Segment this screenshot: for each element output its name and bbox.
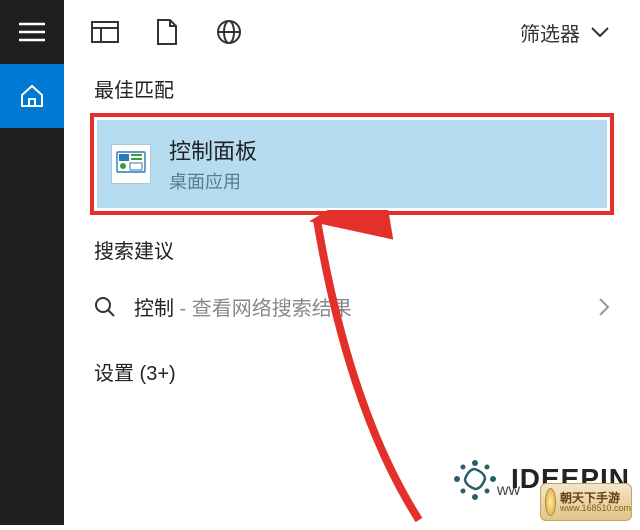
best-match-subtitle: 桌面应用 bbox=[169, 168, 257, 194]
source-badge: 朝天下手游 www.168510.com bbox=[540, 483, 632, 521]
globe-icon bbox=[216, 19, 242, 45]
documents-tab[interactable] bbox=[136, 0, 198, 64]
home-icon bbox=[19, 83, 45, 109]
search-suggestions-heading: 搜索建议 bbox=[64, 225, 640, 274]
best-match-text: 控制面板 桌面应用 bbox=[169, 134, 257, 194]
chevron-down-icon bbox=[590, 26, 610, 38]
watermark-logo-icon bbox=[449, 453, 501, 505]
search-panel: 筛选器 最佳匹配 控制面板 桌面应用 搜索建议 控制 - 查看网络搜索结果 bbox=[64, 0, 640, 525]
home-button[interactable] bbox=[0, 64, 64, 128]
annotation-highlight: 控制面板 桌面应用 bbox=[90, 113, 614, 215]
settings-results-heading: 设置 (3+) bbox=[64, 339, 640, 404]
start-sidebar bbox=[0, 0, 64, 525]
search-icon bbox=[94, 296, 116, 318]
document-icon bbox=[156, 18, 178, 46]
toolbar: 筛选器 bbox=[64, 0, 640, 64]
web-search-suggestion[interactable]: 控制 - 查看网络搜索结果 bbox=[64, 274, 640, 339]
badge-url: www.168510.com bbox=[560, 504, 631, 513]
chevron-right-icon bbox=[598, 297, 610, 317]
best-match-heading: 最佳匹配 bbox=[64, 64, 640, 113]
coin-icon bbox=[545, 488, 556, 516]
hamburger-menu[interactable] bbox=[0, 0, 64, 64]
filter-dropdown[interactable]: 筛选器 bbox=[500, 18, 630, 47]
search-hint: - 查看网络搜索结果 bbox=[174, 298, 352, 320]
apps-tab[interactable] bbox=[74, 0, 136, 64]
watermark-brand: IDEEPIN bbox=[511, 463, 630, 495]
best-match-title: 控制面板 bbox=[169, 134, 257, 166]
web-tab[interactable] bbox=[198, 0, 260, 64]
apps-icon bbox=[91, 21, 119, 43]
filter-label: 筛选器 bbox=[520, 18, 580, 47]
watermark: IDEEPIN bbox=[449, 453, 630, 505]
hamburger-icon bbox=[19, 22, 45, 42]
best-match-result[interactable]: 控制面板 桌面应用 bbox=[97, 120, 607, 208]
search-keyword: 控制 bbox=[134, 298, 174, 320]
control-panel-icon bbox=[111, 144, 151, 184]
badge-title: 朝天下手游 bbox=[560, 492, 631, 504]
watermark-prefix: ww bbox=[497, 482, 520, 500]
